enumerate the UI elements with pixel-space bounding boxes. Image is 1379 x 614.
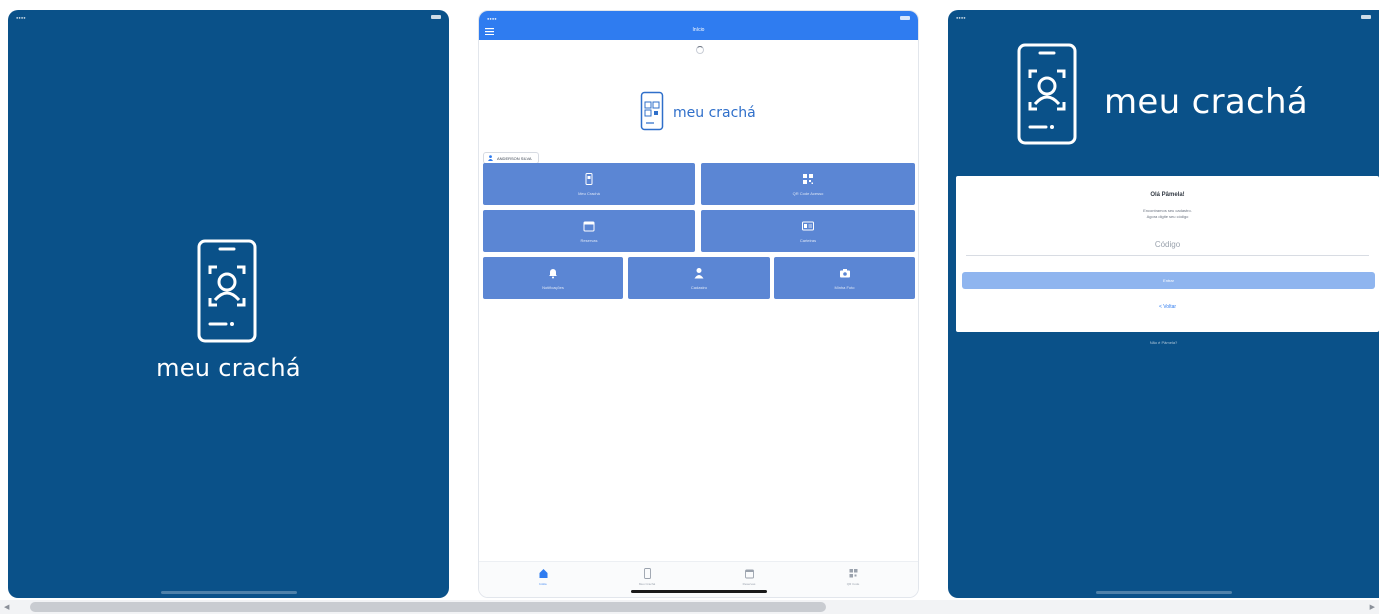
my-badge-button[interactable]: Meu Crachá (483, 163, 695, 205)
battery-icon (428, 15, 441, 20)
not-me-link[interactable]: Não é Pâmela? (948, 340, 1379, 345)
button-label: Minha Foto (834, 284, 855, 290)
phone-face-id-icon (1017, 43, 1077, 145)
tab-label: Reservas (742, 582, 756, 586)
button-label: Carteiras (799, 237, 817, 243)
button-label: Cadastro (690, 284, 708, 290)
greeting-text: Olá Pâmela! (1150, 192, 1185, 198)
calendar-icon (583, 221, 595, 231)
home-indicator (630, 590, 767, 593)
status-bar: ●●●● (479, 11, 918, 25)
person-icon (694, 267, 704, 278)
phone-icon (643, 568, 651, 579)
loading-spinner-icon (696, 46, 704, 54)
login-screenshot: ●●●● meu crachá Olá Pâmela! Encontramos … (948, 10, 1379, 598)
tab-reservations[interactable]: Reservas (729, 568, 769, 586)
phone-qr-logo-icon (640, 91, 664, 131)
button-label: Meu Crachá (578, 190, 600, 196)
scroll-left-icon[interactable]: ◀ (4, 603, 9, 611)
horizontal-scrollbar[interactable]: ◀ ▶ (0, 600, 1379, 614)
notifications-button[interactable]: Notificações (483, 257, 623, 299)
instruction-text: Encontramos seu cadastro. Agora digite s… (956, 208, 1379, 220)
wallets-button[interactable]: Carteiras (701, 210, 915, 252)
tab-label: QR Code (846, 582, 860, 586)
home-icon (539, 569, 547, 578)
reservations-button[interactable]: Reservas (483, 210, 695, 252)
app-name: meu crachá (1104, 82, 1308, 122)
scroll-right-icon[interactable]: ▶ (1370, 603, 1375, 611)
status-time: ●●●● (956, 14, 966, 20)
status-bar: ●●●● (948, 10, 1379, 24)
id-card-icon (802, 221, 814, 230)
battery-icon (897, 16, 910, 21)
button-label: QR Code Acesso (792, 190, 824, 196)
login-card: Olá Pâmela! Encontramos seu cadastro. Ag… (956, 176, 1379, 332)
tab-home[interactable]: Início (523, 568, 563, 586)
person-icon (488, 155, 493, 161)
button-label: Notificações (542, 284, 564, 290)
phone-face-id-icon (197, 239, 257, 343)
qr-access-button[interactable]: QR Code Acesso (701, 163, 915, 205)
back-link[interactable]: < Voltar (956, 304, 1379, 310)
calendar-icon (744, 569, 754, 579)
app-store-screenshot-gallery: ●●●● meu crachá ●●●● Início meu crachá A… (0, 0, 1379, 614)
tab-qr-code[interactable]: QR Code (833, 568, 873, 586)
enter-button[interactable]: Entrar (962, 272, 1375, 289)
splash-screenshot: ●●●● meu crachá (8, 10, 449, 598)
home-indicator (160, 591, 297, 594)
status-time: ●●●● (16, 14, 26, 20)
page-title: Início (692, 27, 705, 33)
tab-my-badge[interactable]: Meu Crachá (627, 568, 667, 586)
scrollbar-thumb[interactable] (30, 602, 826, 612)
camera-icon (839, 268, 850, 277)
user-name: ANDERSON SILVA (497, 155, 532, 161)
app-name: meu crachá (156, 354, 301, 382)
phone-badge-icon (585, 172, 593, 185)
qr-code-icon (849, 569, 857, 578)
qr-code-icon (803, 173, 813, 184)
tab-label: Meu Crachá (638, 582, 656, 586)
code-input[interactable] (966, 234, 1369, 256)
home-screenshot: ●●●● Início meu crachá ANDERSON SILVA Me… (478, 10, 919, 598)
status-bar: ●●●● (8, 10, 449, 24)
tab-label: Início (539, 582, 547, 586)
button-label: Reservas (580, 237, 598, 243)
instruction-line: Agora digite seu código (1146, 214, 1189, 219)
home-indicator (1095, 591, 1232, 594)
app-name: meu crachá (673, 105, 756, 121)
status-time: ●●●● (487, 15, 497, 21)
registration-button[interactable]: Cadastro (628, 257, 770, 299)
bell-icon (549, 268, 557, 278)
battery-icon (1358, 15, 1371, 20)
my-photo-button[interactable]: Minha Foto (774, 257, 915, 299)
top-navigation-bar: ●●●● Início (479, 11, 918, 40)
